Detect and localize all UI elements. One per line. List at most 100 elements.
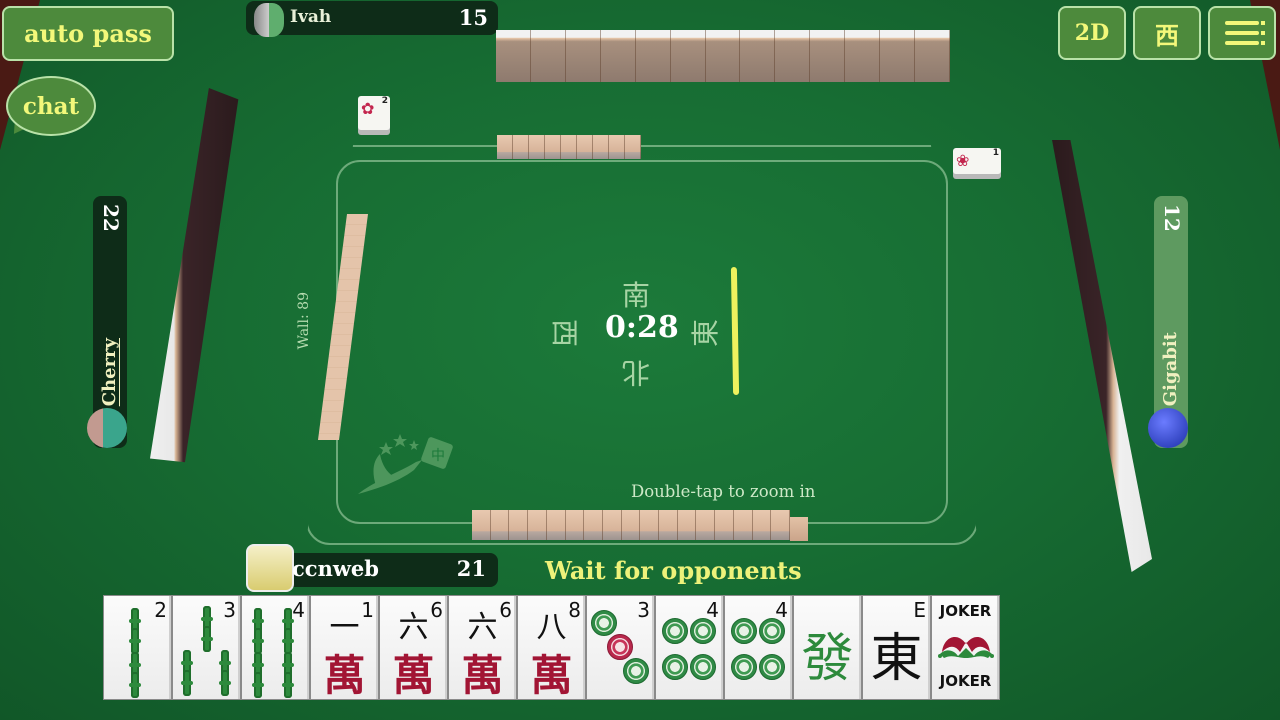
character-wan: 萬 <box>461 651 504 700</box>
avatar <box>87 408 127 448</box>
auto-pass-button[interactable]: auto pass <box>2 6 174 61</box>
face-down-tile <box>621 510 641 540</box>
face-down-tile <box>733 510 753 540</box>
face-down-tile <box>677 510 697 540</box>
bamboo-stick-icon <box>252 628 264 654</box>
face-down-tile <box>565 510 585 540</box>
tile-count: 21 <box>456 556 486 581</box>
tile-rank: 4 <box>292 598 305 622</box>
face-down-tile <box>670 30 706 82</box>
player-plate-east[interactable]: 12 Gigabit <box>1148 196 1188 448</box>
hand-tile-dragon[interactable]: 發 <box>793 595 862 700</box>
hand-tile-joker[interactable]: JOKER JOKER <box>931 595 1000 700</box>
face-down-tile <box>752 510 772 540</box>
face-down-tile <box>584 510 603 540</box>
player-hand: 2 3 4 1 一萬 6 六萬 6 六萬 8 八萬 3 4 4 發 E 東 JOKER JOKER <box>103 595 1000 700</box>
face-down-tile <box>705 30 741 82</box>
face-down-tile <box>609 135 625 159</box>
face-down-tile <box>771 510 790 540</box>
wind-west: 西 <box>548 318 582 348</box>
hand-tile-bamboo[interactable]: 3 <box>172 595 241 700</box>
face-down-tile <box>593 135 609 159</box>
face-down-tile <box>565 30 601 82</box>
dot-circle-icon <box>690 618 716 644</box>
face-down-tile <box>810 30 846 82</box>
joker-label: JOKER <box>939 672 992 690</box>
hand-tile-character[interactable]: 8八萬 <box>517 595 586 700</box>
face-down-tile <box>546 510 566 540</box>
face-down-tile <box>509 510 529 540</box>
character-numeral: 八 <box>536 610 567 645</box>
wall-count-label: Wall: 89 <box>296 292 312 350</box>
dot-circle-icon <box>662 654 688 680</box>
hand-tile-bamboo[interactable]: 4 <box>241 595 310 700</box>
hand-tile-wind[interactable]: E東 <box>862 595 931 700</box>
face-down-tile <box>845 30 881 82</box>
face-down-tile <box>635 30 671 82</box>
face-down-tile <box>577 135 593 159</box>
avatar <box>1148 408 1188 448</box>
face-down-tile <box>715 510 734 540</box>
face-down-tile <box>545 135 561 159</box>
bamboo-stick-icon <box>201 626 213 652</box>
menu-icon <box>1225 21 1265 45</box>
honor-glyph: 東 <box>870 629 923 689</box>
view-mode-button[interactable]: 2D <box>1058 6 1126 60</box>
bamboo-stick-icon <box>282 672 294 698</box>
hand-tile-dots[interactable]: 4 <box>724 595 793 700</box>
status-message: Wait for opponents <box>545 556 802 585</box>
face-down-tile <box>497 135 513 159</box>
hand-tile-dots[interactable]: 3 <box>586 595 655 700</box>
hand-tile-character[interactable]: 6六萬 <box>448 595 517 700</box>
dot-circle-icon <box>623 658 649 684</box>
tile-rank: 3 <box>223 598 236 622</box>
bamboo-stick-icon <box>129 628 141 654</box>
menu-button[interactable] <box>1208 6 1276 60</box>
character-wan: 萬 <box>530 651 573 700</box>
flower-tile-east: ❀ 1 <box>953 148 1001 174</box>
dot-circle-icon <box>662 618 688 644</box>
bamboo-stick-icon <box>252 672 264 698</box>
seat-wind-button[interactable]: 西 <box>1133 6 1201 60</box>
dot-circle-icon <box>690 654 716 680</box>
opponent-hand-west <box>150 88 239 463</box>
wall-top <box>497 135 641 159</box>
face-down-tile <box>530 30 566 82</box>
face-down-tile <box>640 510 660 540</box>
opponent-hand-north <box>496 30 950 82</box>
player-name: ccnweb <box>292 556 379 581</box>
hand-tile-dots[interactable]: 4 <box>655 595 724 700</box>
hand-tile-character[interactable]: 6六萬 <box>379 595 448 700</box>
wall-bottom-loose-tile <box>790 517 808 541</box>
hand-tile-character[interactable]: 1一萬 <box>310 595 379 700</box>
face-down-tile <box>740 30 776 82</box>
tile-count: 12 <box>1160 204 1184 232</box>
chat-button[interactable]: chat <box>6 76 96 136</box>
player-plate-north[interactable]: Ivah 15 <box>246 1 498 37</box>
face-down-tile <box>472 510 491 540</box>
player-plate-south[interactable]: ccnweb 21 <box>246 544 498 592</box>
flower-tile-north: ✿ 2 <box>358 96 390 130</box>
player-plate-west[interactable]: 22 Cherry <box>87 196 127 448</box>
tile-count: 22 <box>99 204 123 232</box>
bamboo-stick-icon <box>219 670 231 696</box>
wall-bottom <box>472 510 790 540</box>
character-numeral: 一 <box>329 610 360 645</box>
avatar <box>246 544 294 592</box>
flower-icon: ❀ <box>956 151 970 170</box>
face-down-tile <box>561 135 577 159</box>
face-down-tile <box>625 135 641 159</box>
face-down-tile <box>529 135 545 159</box>
face-down-tile <box>880 30 916 82</box>
opponent-hand-east <box>1052 140 1152 572</box>
face-down-tile <box>496 30 531 82</box>
honor-glyph: 發 <box>801 629 854 689</box>
character-numeral: 六 <box>398 610 429 645</box>
turn-timer: 0:28 <box>605 310 679 345</box>
face-down-tile <box>600 30 636 82</box>
hand-tile-bamboo[interactable]: 2 <box>103 595 172 700</box>
bird-logo-icon: 中 <box>358 434 453 494</box>
wind-north: 北 <box>622 356 651 389</box>
face-down-tile <box>659 510 678 540</box>
face-down-tile <box>696 510 716 540</box>
